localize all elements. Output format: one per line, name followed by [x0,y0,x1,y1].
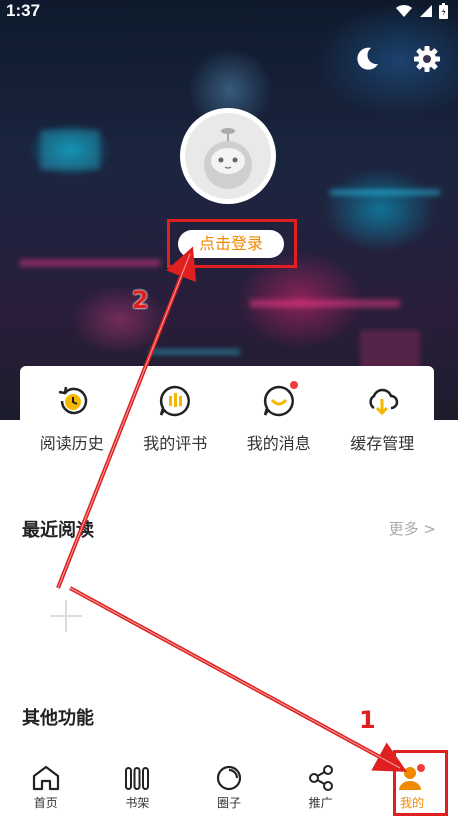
my-messages-item[interactable]: 我的消息 [229,381,329,476]
cloud-download-icon [365,384,399,418]
add-book-button[interactable] [46,596,86,636]
nav-promote-label: 推广 [308,796,333,810]
nav-bookshelf-label: 书架 [125,796,150,810]
signal-icon [420,5,432,17]
history-icon [55,384,89,418]
my-reviews-item[interactable]: 我的评书 [125,384,225,476]
nav-home[interactable]: 首页 [0,754,92,820]
recent-reading-title: 最近阅读 [22,520,94,541]
my-reviews-label: 我的评书 [143,434,208,453]
cache-management-label: 缓存管理 [350,434,415,453]
reading-history-label: 阅读历史 [39,434,104,453]
bottom-nav: 首页 书架 圈子 推广 我的 [0,754,458,820]
unread-dot [289,381,298,389]
circle-icon [216,765,242,791]
nav-circle[interactable]: 圈子 [183,754,275,820]
annotation-step-2: 2 [132,286,149,314]
home-icon [32,765,59,791]
annotation-step-1: 1 [359,706,376,734]
message-icon [262,381,298,418]
login-highlight-box: 点击登录 [167,219,297,268]
nav-bookshelf[interactable]: 书架 [92,754,184,820]
reading-history-item[interactable]: 阅读历史 [22,384,122,476]
my-messages-label: 我的消息 [246,434,311,453]
gear-icon[interactable] [412,44,442,74]
nav-circle-label: 圈子 [216,796,241,810]
chat-bars-icon [158,384,192,418]
status-bar: 1:37 [0,0,458,22]
bookshelf-icon [125,767,150,790]
login-button[interactable]: 点击登录 [178,230,284,258]
nav-home-label: 首页 [33,796,58,810]
quick-actions-panel: 阅读历史 我的评书 我的消息 缓存管理 [20,366,434,476]
nav-promote[interactable]: 推广 [275,754,367,820]
wifi-icon [396,4,412,17]
battery-icon [439,3,448,19]
mine-highlight-box [393,750,448,816]
moon-icon[interactable] [352,44,382,74]
cache-management-item[interactable]: 缓存管理 [332,384,432,476]
more-link[interactable]: 更多 > [389,518,436,539]
other-functions-title: 其他功能 [22,708,94,729]
share-icon [308,765,333,791]
avatar[interactable] [180,108,276,204]
status-time: 1:37 [6,1,41,20]
